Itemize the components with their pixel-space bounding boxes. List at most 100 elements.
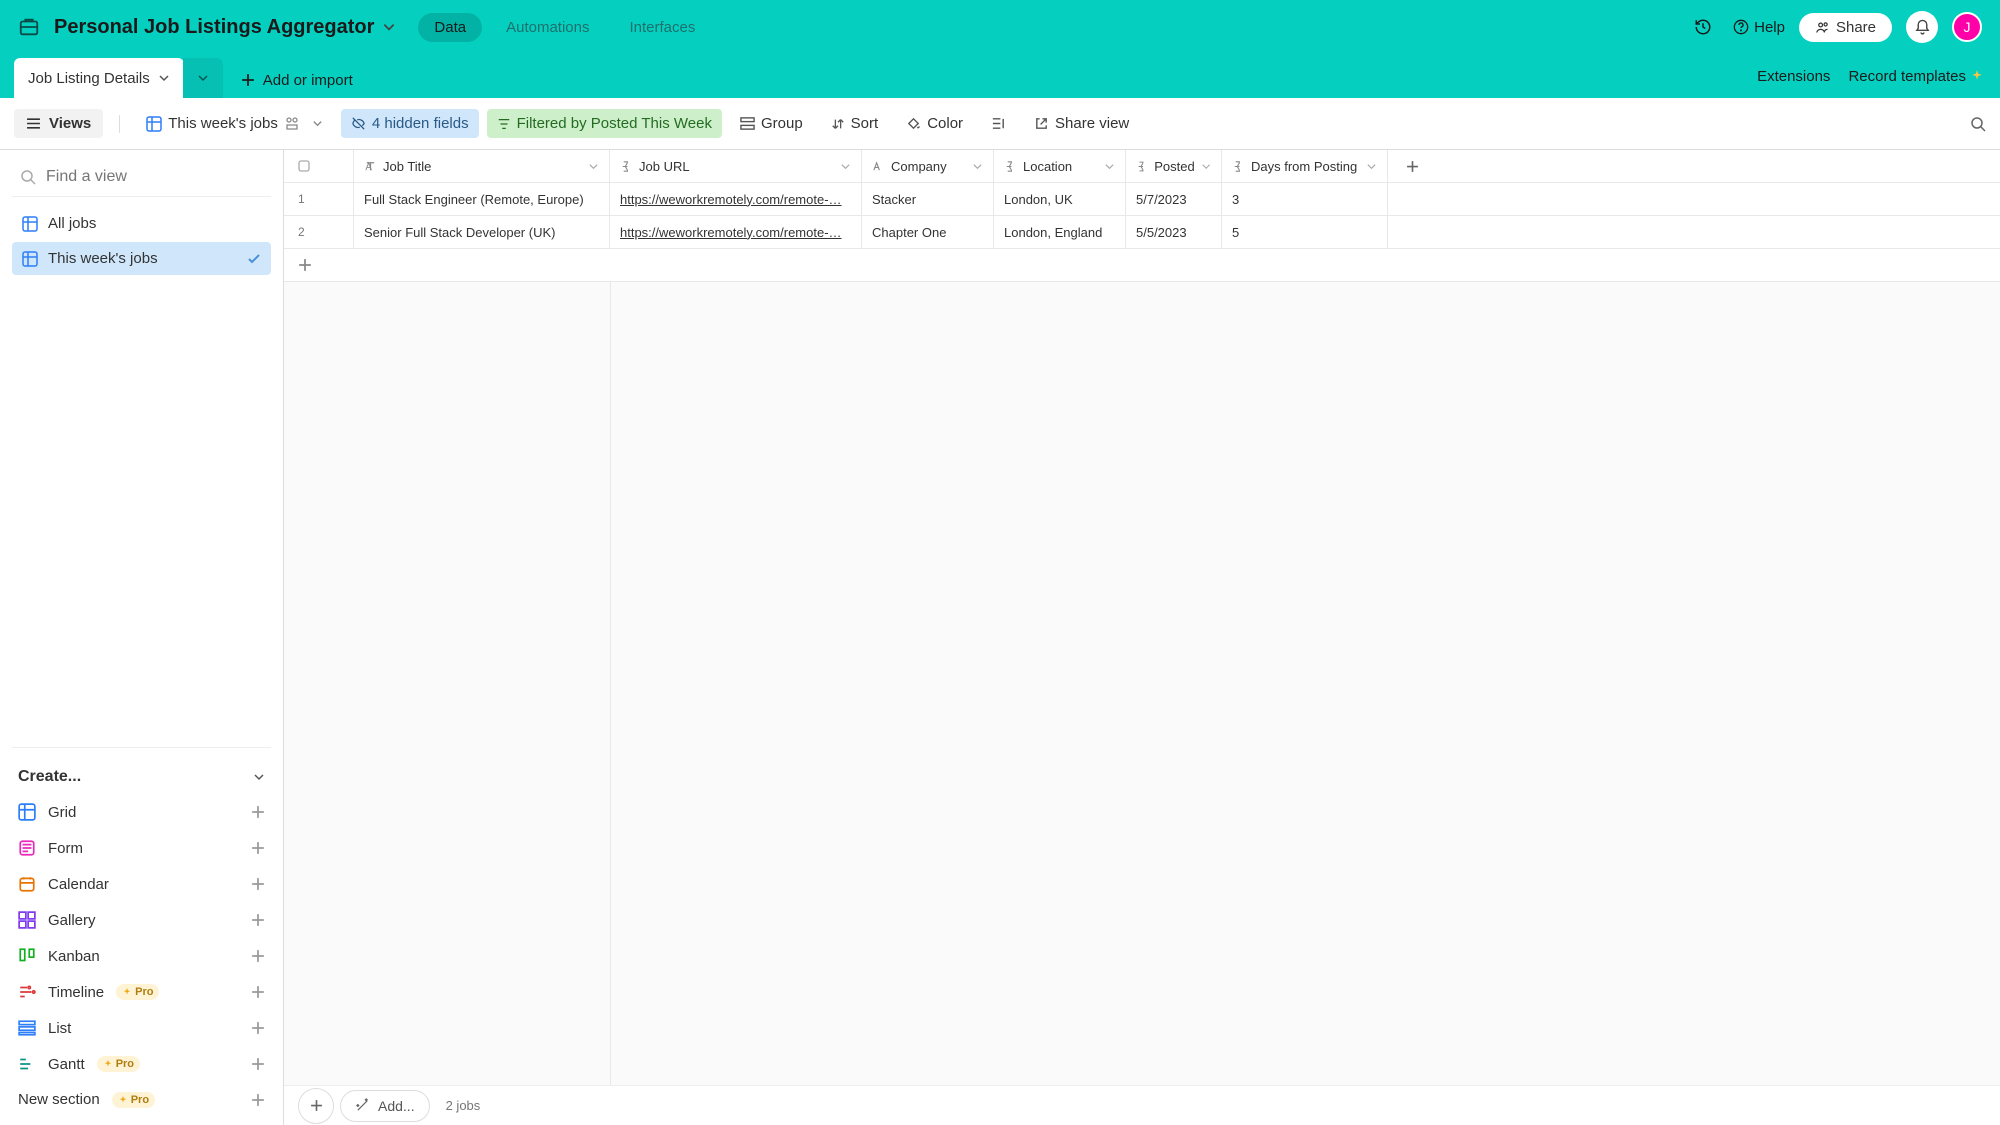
plus-icon (251, 1021, 265, 1035)
add-column-button[interactable] (1388, 150, 1436, 182)
header-left: Personal Job Listings Aggregator Data Au… (18, 13, 1673, 42)
eye-off-icon (351, 116, 366, 131)
paint-icon (906, 116, 921, 131)
cell-days[interactable]: 3 (1222, 183, 1388, 215)
tab-automations[interactable]: Automations (490, 13, 605, 42)
create-calendar[interactable]: Calendar (12, 866, 271, 902)
plus-icon (251, 841, 265, 855)
pro-badge: Pro (112, 1092, 155, 1108)
share-button[interactable]: Share (1799, 13, 1892, 42)
tab-data[interactable]: Data (418, 13, 482, 42)
app-header: Personal Job Listings Aggregator Data Au… (0, 0, 2000, 54)
sidebar-view-all-jobs[interactable]: All jobs (12, 207, 271, 240)
search-icon (20, 169, 36, 185)
cell-job-title[interactable]: Senior Full Stack Developer (UK) (354, 216, 610, 248)
cell-posted[interactable]: 5/7/2023 (1126, 183, 1222, 215)
avatar[interactable]: J (1952, 12, 1982, 42)
cell-company[interactable]: Chapter One (862, 216, 994, 248)
base-title[interactable]: Personal Job Listings Aggregator (54, 16, 396, 39)
base-icon[interactable] (18, 16, 40, 38)
plus-icon (1406, 160, 1419, 173)
gantt-icon (18, 1055, 36, 1073)
record-templates-link[interactable]: Record templates (1848, 68, 1984, 85)
table-tab-label: Job Listing Details (28, 70, 150, 87)
cell-location[interactable]: London, UK (994, 183, 1126, 215)
footer-add-row-button[interactable] (298, 1088, 334, 1124)
new-section-button[interactable]: New section Pro (12, 1082, 271, 1117)
search-icon[interactable] (1970, 116, 1986, 132)
extensions-link[interactable]: Extensions (1757, 68, 1830, 85)
help-button[interactable]: Help (1733, 19, 1785, 36)
history-icon[interactable] (1687, 11, 1719, 43)
form-icon (18, 839, 36, 857)
column-header-posted[interactable]: Posted (1126, 150, 1222, 182)
column-header-job-title[interactable]: Job Title (354, 150, 610, 182)
column-header-job-url[interactable]: Job URL (610, 150, 862, 182)
create-gallery[interactable]: Gallery (12, 902, 271, 938)
color-button[interactable]: Color (896, 109, 973, 138)
sort-button[interactable]: Sort (821, 109, 889, 138)
column-header-location[interactable]: Location (994, 150, 1126, 182)
table-row[interactable]: 1Full Stack Engineer (Remote, Europe)htt… (284, 183, 2000, 216)
tab-interfaces[interactable]: Interfaces (614, 13, 712, 42)
group-button[interactable]: Group (730, 109, 813, 138)
search-views-input[interactable] (46, 168, 263, 186)
create-item-label: Kanban (48, 948, 100, 965)
select-all-cell[interactable] (284, 150, 354, 182)
column-header-company[interactable]: Company (862, 150, 994, 182)
group-label: Group (761, 115, 803, 132)
table-dropdown[interactable] (183, 58, 223, 98)
cell-job-title[interactable]: Full Stack Engineer (Remote, Europe) (354, 183, 610, 215)
row-number[interactable]: 2 (284, 216, 354, 248)
timeline-icon (18, 983, 36, 1001)
column-header-days[interactable]: Days from Posting (1222, 150, 1388, 182)
cell-job-url[interactable]: https://weworkremotely.com/remote-… (610, 183, 862, 215)
create-header[interactable]: Create... (12, 760, 271, 794)
cell-location[interactable]: London, England (994, 216, 1126, 248)
create-kanban[interactable]: Kanban (12, 938, 271, 974)
chevron-down-icon (158, 72, 170, 84)
automation-icon (284, 116, 300, 132)
create-timeline[interactable]: TimelinePro (12, 974, 271, 1010)
current-view[interactable]: This week's jobs (136, 109, 333, 138)
table-tab[interactable]: Job Listing Details (14, 58, 184, 98)
create-gantt[interactable]: GanttPro (12, 1046, 271, 1082)
cell-job-url[interactable]: https://weworkremotely.com/remote-… (610, 216, 862, 248)
filter-button[interactable]: Filtered by Posted This Week (487, 109, 722, 138)
current-view-label: This week's jobs (168, 115, 278, 132)
footer-add-label: Add... (378, 1098, 415, 1114)
hidden-fields-button[interactable]: 4 hidden fields (341, 109, 479, 138)
cell-posted[interactable]: 5/5/2023 (1126, 216, 1222, 248)
cell-days[interactable]: 5 (1222, 216, 1388, 248)
cell-company[interactable]: Stacker (862, 183, 994, 215)
create-item-label: Grid (48, 804, 76, 821)
search-views[interactable] (12, 158, 271, 197)
notifications-button[interactable] (1906, 11, 1938, 43)
share-view-button[interactable]: Share view (1024, 109, 1139, 138)
view-label: This week's jobs (48, 250, 158, 267)
create-grid[interactable]: Grid (12, 794, 271, 830)
color-label: Color (927, 115, 963, 132)
chevron-down-icon (1201, 161, 1211, 172)
create-list[interactable]: List (12, 1010, 271, 1046)
add-row[interactable] (284, 249, 2000, 282)
hidden-fields-label: 4 hidden fields (372, 115, 469, 132)
sidebar-view-this-weeks-jobs[interactable]: This week's jobs (12, 242, 271, 275)
row-height-button[interactable] (981, 110, 1016, 137)
create-form[interactable]: Form (12, 830, 271, 866)
add-or-import-button[interactable]: Add or import (223, 58, 371, 102)
table-tabbar: Job Listing Details Add or import Extens… (0, 54, 2000, 98)
wand-icon (355, 1098, 370, 1113)
plus-icon (251, 913, 265, 927)
views-label: Views (49, 115, 91, 132)
create-item-label: Gantt (48, 1056, 85, 1073)
pro-badge: Pro (116, 984, 159, 1000)
views-button[interactable]: Views (14, 109, 103, 138)
create-label: Create... (18, 768, 81, 786)
sparkle-icon (1970, 69, 1984, 83)
row-number[interactable]: 1 (284, 183, 354, 215)
tabbar-right: Extensions Record templates (1757, 54, 2000, 98)
base-title-text: Personal Job Listings Aggregator (54, 16, 374, 39)
footer-add-menu[interactable]: Add... (340, 1090, 430, 1122)
table-row[interactable]: 2Senior Full Stack Developer (UK)https:/… (284, 216, 2000, 249)
